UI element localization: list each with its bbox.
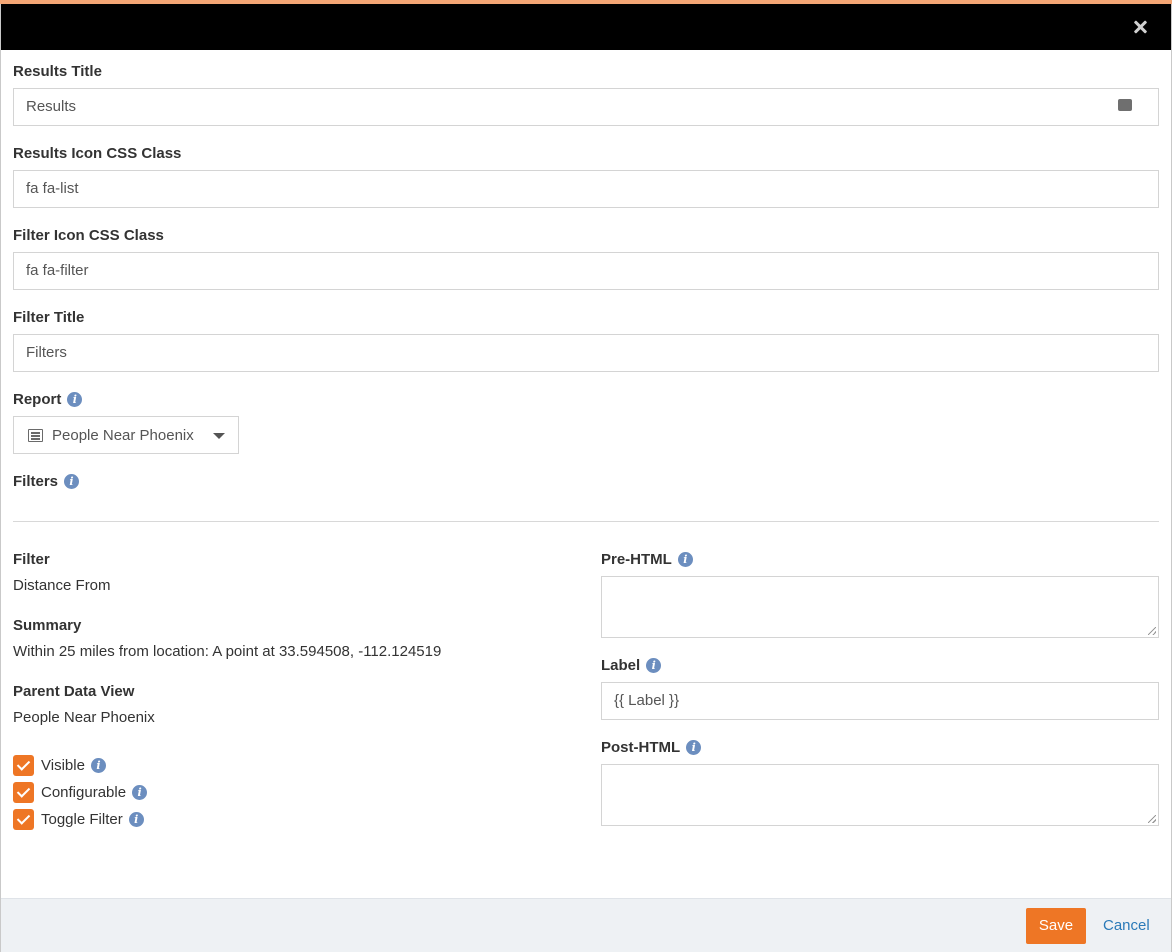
label-label-row: Label i (601, 657, 662, 674)
visible-label: Visible (41, 757, 85, 774)
info-icon[interactable]: i (677, 552, 693, 567)
save-button[interactable]: Save (1026, 908, 1086, 944)
report-picker[interactable]: People Near Phoenix (13, 416, 239, 454)
info-icon[interactable]: i (64, 474, 80, 489)
toggle-filter-checkbox[interactable] (13, 809, 34, 830)
results-icon-css-label: Results Icon CSS Class (13, 145, 182, 162)
visible-checkbox[interactable] (13, 755, 34, 776)
resize-handle[interactable] (1148, 815, 1156, 823)
summary-heading: Summary (13, 617, 82, 634)
filters-label: Filters (13, 473, 59, 490)
results-title-input[interactable]: Results (13, 88, 1159, 132)
toggle-filter-label: Toggle Filter (41, 811, 123, 828)
label-input-value: {{ Label }} (614, 692, 680, 709)
post-html-label: Post-HTML (601, 739, 681, 756)
pre-html-label: Pre-HTML (601, 551, 672, 568)
post-html-label-row: Post-HTML i (601, 739, 702, 756)
info-icon[interactable]: i (132, 785, 148, 800)
cancel-button[interactable]: Cancel (1103, 917, 1150, 934)
post-html-textarea[interactable] (601, 764, 1159, 826)
divider (13, 521, 1159, 522)
modal-footer: Save Cancel (1, 898, 1171, 952)
pre-html-label-row: Pre-HTML i (601, 551, 693, 568)
results-title-value: Results (26, 98, 77, 115)
results-icon-css-value: fa fa-list (26, 180, 79, 197)
results-title-label: Results Title (13, 63, 102, 80)
filter-icon-css-input[interactable]: fa fa-filter (13, 252, 1159, 290)
list-icon (28, 429, 43, 442)
info-icon[interactable]: i (646, 658, 662, 673)
modal-header (1, 4, 1171, 50)
info-icon[interactable]: i (686, 740, 702, 755)
close-icon[interactable] (1131, 18, 1149, 36)
parent-data-view-heading: Parent Data View (13, 683, 135, 700)
filters-label-row: Filters i (13, 473, 80, 490)
summary-value: Within 25 miles from location: A point a… (13, 643, 442, 660)
report-label: Report (13, 391, 62, 408)
label-field-label: Label (601, 657, 641, 674)
filter-title-value: Filters (26, 344, 67, 361)
report-selected-value: People Near Phoenix (52, 427, 194, 444)
filter-icon-css-value: fa fa-filter (26, 262, 89, 279)
info-icon[interactable]: i (90, 758, 106, 773)
configurable-label: Configurable (41, 784, 127, 801)
resize-handle[interactable] (1148, 627, 1156, 635)
filter-icon-css-label: Filter Icon CSS Class (13, 227, 164, 244)
toggle-filter-label-row: Toggle Filter i (41, 811, 144, 828)
parent-data-view-value: People Near Phoenix (13, 709, 155, 726)
key-value-icon[interactable] (1118, 96, 1132, 132)
filter-value: Distance From (13, 577, 111, 594)
filter-title-label: Filter Title (13, 309, 85, 326)
info-icon[interactable]: i (67, 392, 83, 407)
filter-title-input[interactable]: Filters (13, 334, 1159, 372)
pre-html-textarea[interactable] (601, 576, 1159, 638)
filter-heading: Filter (13, 551, 50, 568)
configurable-checkbox[interactable] (13, 782, 34, 803)
info-icon[interactable]: i (128, 812, 144, 827)
chevron-down-icon (213, 433, 225, 439)
results-icon-css-input[interactable]: fa fa-list (13, 170, 1159, 208)
label-input[interactable]: {{ Label }} (601, 682, 1159, 720)
report-label-row: Report i (13, 391, 83, 408)
configurable-label-row: Configurable i (41, 784, 148, 801)
visible-label-row: Visible i (41, 757, 106, 774)
modal-dialog: Results Title Results Results Icon CSS C… (0, 4, 1172, 952)
